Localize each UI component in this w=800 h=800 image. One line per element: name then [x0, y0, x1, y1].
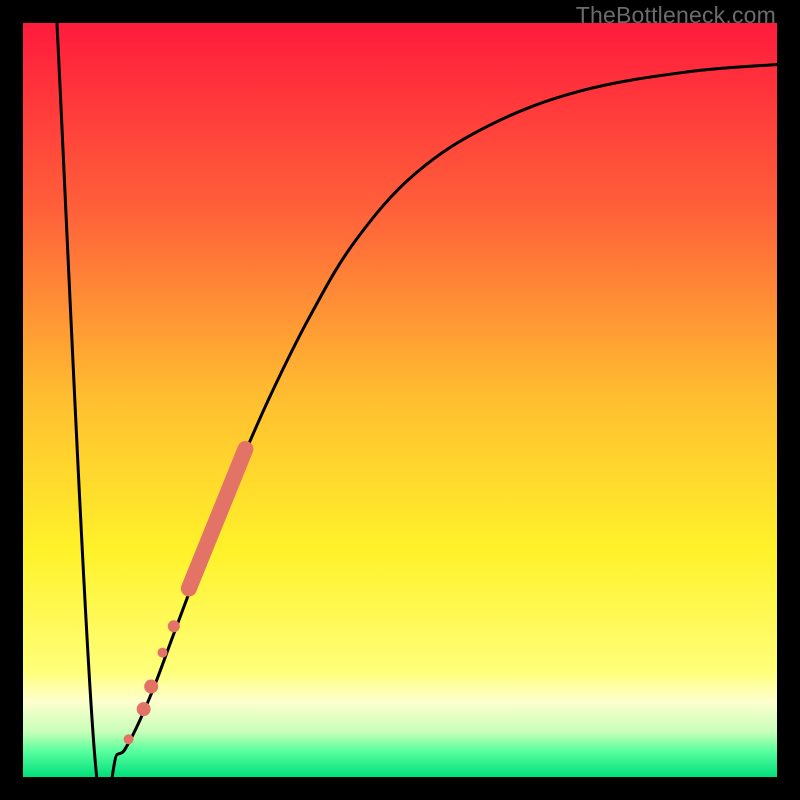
chart-frame: TheBottleneck.com — [0, 0, 800, 800]
background-gradient — [23, 23, 777, 777]
chart-svg — [23, 23, 777, 777]
dot-d — [137, 702, 151, 716]
plot-area — [23, 23, 777, 777]
dot-e — [124, 734, 134, 744]
dot-a — [168, 620, 180, 632]
dot-c — [144, 680, 158, 694]
dot-b — [157, 648, 167, 658]
watermark-text: TheBottleneck.com — [576, 2, 776, 29]
